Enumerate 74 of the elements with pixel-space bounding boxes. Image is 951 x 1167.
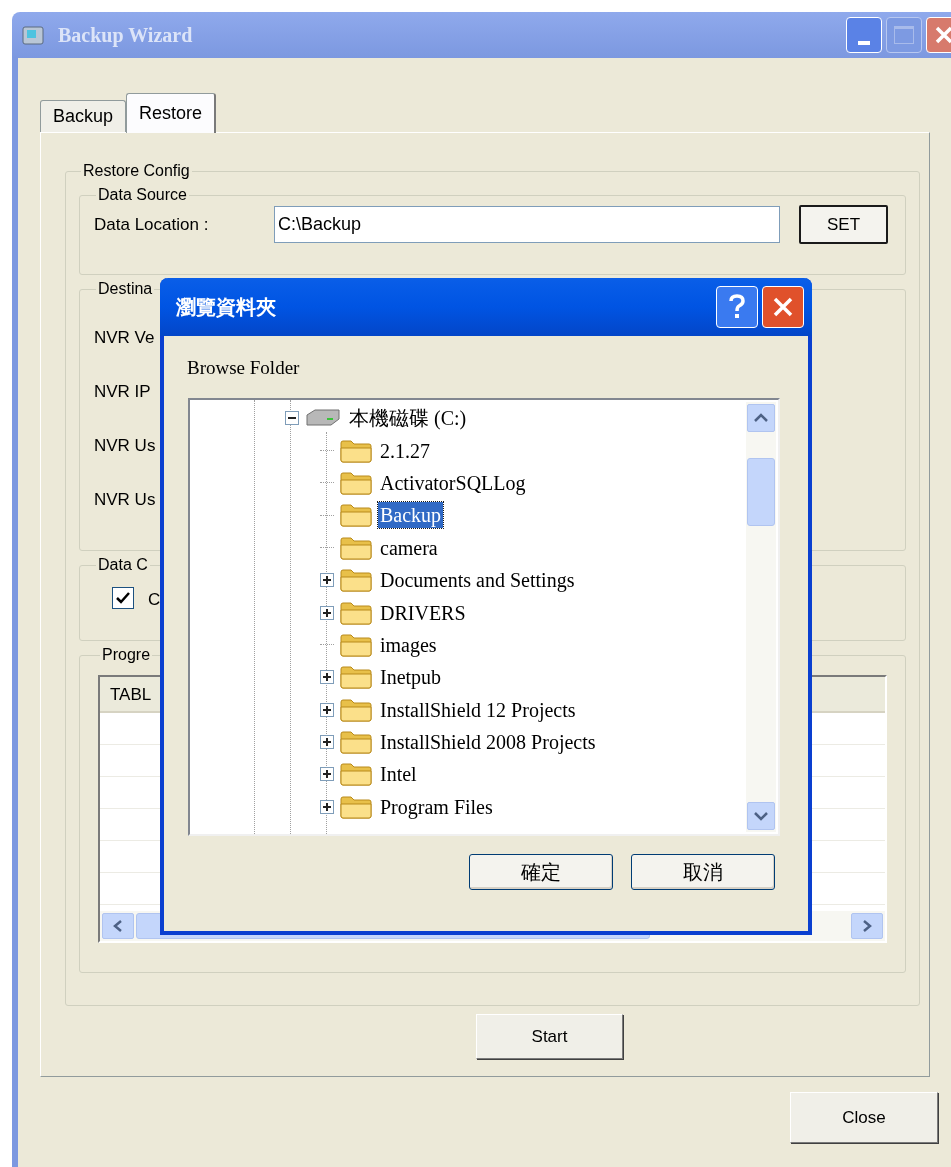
scrollbar-thumb[interactable] [747, 458, 775, 526]
folder-icon [340, 600, 372, 625]
folder-icon [340, 438, 372, 463]
expander-box[interactable] [320, 735, 334, 750]
dialog-title: 瀏覽資料夾 [176, 295, 276, 320]
tree-item[interactable]: 2.1.27 [378, 437, 432, 464]
folder-icon [340, 503, 372, 528]
scroll-left-button[interactable] [102, 913, 134, 939]
tree-item[interactable]: Program Files [378, 793, 495, 820]
tree-item[interactable]: InstallShield 2008 Projects [378, 729, 598, 756]
tree-item[interactable]: Intel [378, 761, 419, 788]
location-field[interactable]: C:\Backup [274, 206, 780, 243]
tree-item[interactable]: Backup [378, 502, 444, 529]
check-icon [115, 590, 131, 606]
scroll-down-button[interactable] [747, 802, 775, 830]
folder-icon [340, 697, 372, 722]
minimize-button[interactable] [846, 17, 882, 53]
expander-box[interactable] [285, 411, 299, 426]
dialog-button[interactable]: 取消 [631, 854, 775, 890]
expander-box[interactable] [320, 702, 334, 717]
dialog-button[interactable]: 確定 [469, 854, 613, 890]
expander-box[interactable] [320, 670, 334, 685]
group-label: Data Source [97, 185, 188, 205]
start-button[interactable]: Start [476, 1014, 623, 1059]
field-label: NVR Ve [94, 327, 155, 349]
group-label: Data C [97, 555, 149, 575]
tree-item[interactable]: camera [378, 534, 440, 561]
folder-icon [340, 470, 372, 495]
field-label: Data Location : [94, 213, 210, 236]
folder-icon [340, 730, 372, 755]
folder-icon [340, 762, 372, 787]
tree-item[interactable]: 本機磁碟 (C:) [347, 405, 469, 432]
chevron-left-icon [113, 920, 123, 932]
expander-box[interactable] [320, 573, 334, 588]
tree-item[interactable]: Documents and Settings [378, 567, 577, 594]
help-button[interactable] [716, 286, 758, 328]
field-label: NVR IP [94, 381, 151, 403]
chevron-down-icon [754, 811, 768, 821]
field-label: NVR Us [94, 435, 156, 457]
folder-icon [340, 794, 372, 819]
tree-item[interactable]: ActivatorSQLLog [378, 469, 528, 496]
tree-item[interactable]: images [378, 631, 439, 658]
dialog-prompt: Browse Folder [187, 356, 301, 380]
close-icon [934, 25, 951, 45]
folder-icon [340, 568, 372, 593]
field-label: NVR Us [94, 489, 156, 511]
tree-item[interactable]: DRIVERS [378, 599, 468, 626]
folder-icon [340, 665, 372, 690]
expander-box[interactable] [320, 767, 334, 782]
group-label: Destina [97, 279, 154, 299]
tab[interactable]: Backup [40, 100, 127, 132]
scroll-up-button[interactable] [747, 404, 775, 432]
scroll-right-button[interactable] [851, 913, 883, 939]
set-button[interactable]: SET [799, 205, 888, 244]
folder-icon [340, 632, 372, 657]
chevron-up-icon [754, 413, 768, 423]
folder-icon [340, 535, 372, 560]
tab[interactable]: Restore [126, 93, 217, 133]
column-header[interactable]: TABL [100, 677, 162, 711]
tree-item[interactable]: Inetpub [378, 664, 444, 691]
dialog-close-button[interactable] [762, 286, 804, 328]
close-window-button[interactable]: Close [790, 1092, 938, 1143]
checkbox-label: C [148, 589, 161, 611]
checkbox[interactable] [112, 587, 134, 609]
group-label: Progre [101, 645, 152, 665]
close-icon [772, 296, 794, 318]
expander-box[interactable] [320, 605, 334, 620]
window-title: Backup Wizard [58, 23, 193, 49]
chevron-right-icon [862, 920, 872, 932]
question-mark-icon [728, 294, 746, 320]
tree-item[interactable]: InstallShield 12 Projects [378, 696, 578, 723]
group-label: Restore Config [82, 161, 191, 181]
expander-box[interactable] [320, 799, 334, 814]
app-icon [22, 24, 44, 46]
